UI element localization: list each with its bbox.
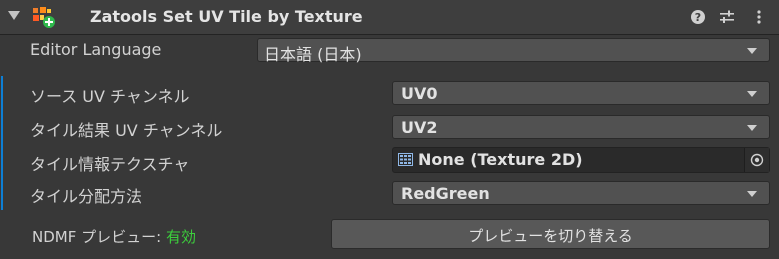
component-header[interactable]: Zatools Set UV Tile by Texture ? [0, 0, 779, 35]
editor-language-label: Editor Language [30, 40, 162, 59]
tile-uv-label: タイル結果 UV チャンネル [30, 121, 223, 140]
object-picker-icon [750, 153, 764, 167]
kebab-menu-icon[interactable] [751, 9, 767, 25]
object-picker-button[interactable] [744, 148, 769, 172]
override-indicator [1, 76, 3, 210]
component-icon [33, 7, 55, 28]
editor-language-value: 日本語 (日本) [264, 45, 362, 64]
ndmf-preview-status: NDMF プレビュー: 有効 [32, 226, 196, 247]
preset-icon[interactable] [719, 9, 735, 25]
tile-texture-field[interactable]: None (Texture 2D) [392, 147, 770, 173]
component-title: Zatools Set UV Tile by Texture [90, 7, 363, 26]
tile-method-label: タイル分配方法 [30, 187, 143, 206]
chevron-down-icon [747, 125, 757, 131]
chevron-down-icon [747, 48, 757, 54]
tile-uv-value: UV2 [401, 118, 438, 137]
toggle-preview-button[interactable]: プレビューを切り替える [331, 219, 770, 249]
tile-method-dropdown[interactable]: RedGreen [392, 181, 770, 205]
texture-icon [398, 153, 413, 166]
ndmf-preview-value: 有効 [165, 228, 196, 246]
ndmf-preview-label: NDMF プレビュー: [32, 228, 166, 246]
help-icon[interactable]: ? [690, 9, 706, 25]
editor-language-dropdown[interactable]: 日本語 (日本) [257, 38, 770, 64]
toggle-preview-label: プレビューを切り替える [468, 227, 633, 245]
tile-texture-value: None (Texture 2D) [418, 150, 583, 169]
source-uv-label: ソース UV チャンネル [30, 87, 190, 106]
chevron-down-icon [747, 91, 757, 97]
svg-text:?: ? [695, 11, 701, 24]
foldout-arrow-icon[interactable] [8, 11, 20, 20]
tile-method-value: RedGreen [401, 184, 490, 203]
source-uv-dropdown[interactable]: UV0 [392, 81, 770, 105]
source-uv-value: UV0 [401, 84, 438, 103]
tile-texture-label: タイル情報テクスチャ [30, 155, 190, 174]
tile-uv-dropdown[interactable]: UV2 [392, 115, 770, 139]
chevron-down-icon [747, 191, 757, 197]
